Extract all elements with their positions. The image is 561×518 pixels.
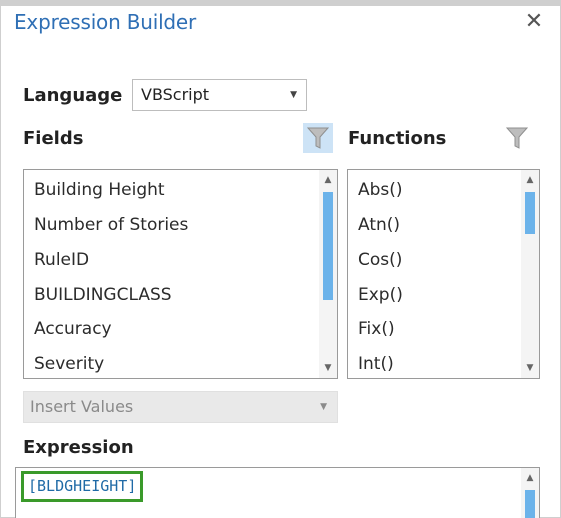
scroll-up-icon[interactable]: ▲ [521, 172, 539, 188]
list-item-function[interactable]: Int() [358, 354, 394, 374]
functions-scrollbar[interactable]: ▲ ▼ [521, 170, 539, 378]
expression-scroll-thumb[interactable] [525, 490, 535, 518]
list-item-function[interactable]: Cos() [358, 250, 402, 270]
expression-label: Expression [23, 437, 134, 458]
insert-values-dropdown: Insert Values ▼ [23, 391, 338, 423]
expression-builder-dialog: Expression Builder ✕ Language VBScript ▼… [0, 0, 561, 518]
functions-list[interactable]: Abs() Atn() Cos() Exp() Fix() Int() ▲ ▼ [347, 169, 540, 379]
list-item-field[interactable]: RuleID [34, 250, 89, 270]
fields-scroll-thumb[interactable] [323, 192, 333, 300]
scroll-up-icon[interactable]: ▲ [521, 470, 539, 486]
list-item-function[interactable]: Abs() [358, 180, 403, 200]
fields-label: Fields [23, 128, 84, 149]
language-selected-value: VBScript [141, 85, 210, 104]
list-item-function[interactable]: Fix() [358, 319, 395, 339]
functions-filter-icon[interactable] [502, 123, 532, 153]
chevron-down-icon: ▼ [320, 402, 327, 412]
scroll-down-icon[interactable]: ▼ [521, 360, 539, 376]
expression-scrollbar[interactable]: ▲ [521, 468, 539, 518]
list-item-field[interactable]: Building Height [34, 180, 165, 200]
chevron-down-icon: ▼ [290, 90, 297, 100]
list-item-field[interactable]: Severity [34, 354, 104, 374]
fields-filter-icon[interactable] [303, 123, 333, 153]
close-icon[interactable]: ✕ [522, 10, 546, 34]
fields-scrollbar[interactable]: ▲ ▼ [319, 170, 337, 378]
list-item-function[interactable]: Atn() [358, 215, 400, 235]
expression-text[interactable]: [BLDGHEIGHT] [21, 471, 144, 502]
expression-editor[interactable]: [BLDGHEIGHT] ▲ [15, 467, 540, 518]
dialog-title: Expression Builder [14, 10, 197, 34]
list-item-field[interactable]: Accuracy [34, 319, 112, 339]
scroll-up-icon[interactable]: ▲ [319, 172, 337, 188]
list-item-function[interactable]: Exp() [358, 285, 403, 305]
functions-scroll-thumb[interactable] [525, 192, 535, 234]
insert-values-label: Insert Values [30, 397, 134, 416]
language-dropdown[interactable]: VBScript ▼ [132, 79, 307, 111]
language-label: Language [23, 85, 123, 106]
list-item-field[interactable]: Number of Stories [34, 215, 188, 235]
fields-list[interactable]: Building Height Number of Stories RuleID… [23, 169, 338, 379]
scroll-down-icon[interactable]: ▼ [319, 360, 337, 376]
dialog-top-border [1, 1, 561, 6]
functions-label: Functions [348, 128, 447, 149]
list-item-field[interactable]: BUILDINGCLASS [34, 285, 172, 305]
